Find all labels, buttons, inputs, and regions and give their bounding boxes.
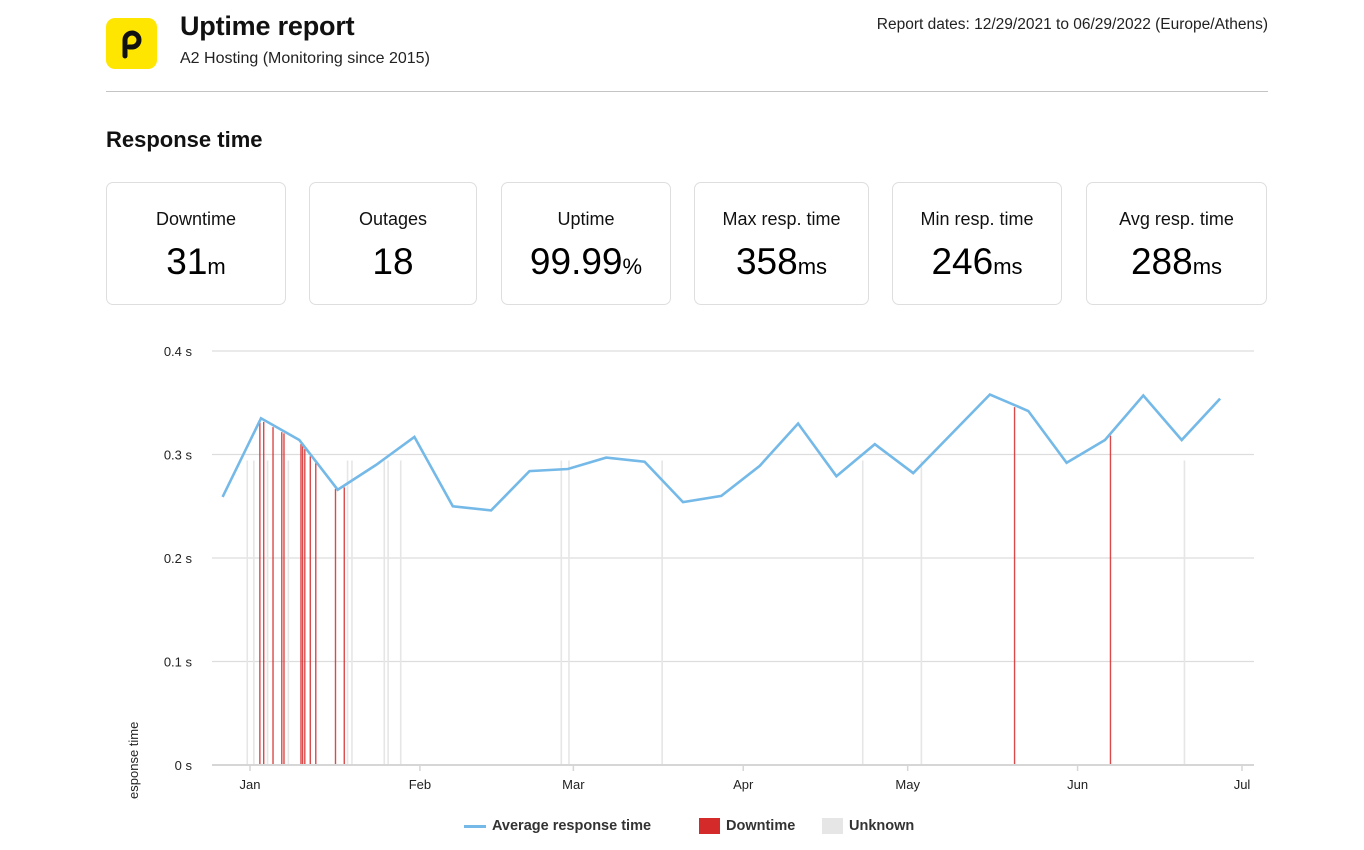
stat-unit: ms — [797, 254, 828, 279]
stat-card-max-resp: Max resp. time 358ms — [694, 182, 869, 305]
x-tick-labels: Jan Feb Mar Apr May Jun Jul — [240, 777, 1251, 792]
stat-label: Uptime — [557, 209, 615, 229]
y-tick-label: 0.3 s — [164, 448, 193, 463]
unknown-markers — [246, 460, 1186, 765]
report-title: Uptime report — [180, 11, 355, 41]
stat-value: 99.99% — [502, 241, 670, 283]
stat-number: 246 — [931, 241, 994, 282]
y-tick-label: 0 s — [175, 758, 193, 773]
x-axis — [212, 764, 1254, 771]
stat-unit: ms — [993, 254, 1023, 279]
average-response-line — [221, 392, 1222, 512]
stat-unit: % — [622, 254, 643, 279]
stat-number: 358 — [735, 241, 798, 282]
section-title: Response time — [106, 127, 263, 152]
stat-number: 18 — [372, 241, 414, 282]
logo — [106, 18, 157, 69]
legend-line-swatch — [464, 824, 486, 828]
x-tick-label: May — [895, 777, 920, 792]
stat-number: 99.99 — [529, 241, 623, 282]
stat-value: 31m — [107, 241, 285, 283]
legend-label: Average response time — [492, 818, 652, 834]
x-tick-label: Jul — [1234, 777, 1251, 792]
response-time-chart: 0 s0.1 s0.2 s0.3 s0.4 s Jan Feb Mar Apr May J… — [126, 344, 1254, 800]
stat-label: Avg resp. time — [1119, 209, 1234, 229]
y-tick-label: 0.1 s — [164, 655, 193, 670]
x-tick-label: Apr — [733, 777, 754, 792]
legend-item-downtime[interactable]: Downtime — [699, 818, 795, 834]
legend-label: Unknown — [849, 818, 915, 834]
stat-card-min-resp: Min resp. time 246ms — [892, 182, 1062, 305]
x-tick-label: Jun — [1067, 777, 1088, 792]
report-subtitle: A2 Hosting (Monitoring since 2015) — [180, 50, 430, 67]
stat-label: Min resp. time — [920, 209, 1034, 229]
stat-label: Max resp. time — [722, 209, 841, 229]
legend-unknown-swatch — [822, 818, 843, 834]
x-tick-label: Mar — [562, 777, 585, 792]
header-divider — [106, 91, 1268, 92]
stat-value: 358ms — [695, 241, 868, 283]
stat-card-uptime: Uptime 99.99% — [501, 182, 671, 305]
stat-number: 31 — [166, 241, 208, 282]
stat-value: 18 — [310, 241, 476, 283]
response-line-layer — [221, 392, 1222, 512]
stat-label: Downtime — [155, 209, 237, 229]
stat-card-avg-resp: Avg resp. time 288ms — [1086, 182, 1267, 305]
report-dates: Report dates: 12/29/2021 to 06/29/2022 (… — [876, 16, 1268, 33]
stat-card-downtime: Downtime 31m — [106, 182, 286, 305]
y-tick-label: 0.4 s — [164, 344, 193, 359]
stat-card-outages: Outages 18 — [309, 182, 477, 305]
legend-downtime-swatch — [699, 818, 720, 834]
y-tick-labels: 0 s 0.1 s 0.2 s 0.3 s 0.4 s — [164, 344, 193, 773]
legend-label: Downtime — [726, 818, 796, 834]
legend-item-unknown[interactable]: Unknown — [822, 818, 914, 834]
x-tick-label: Jan — [240, 777, 261, 792]
y-tick-label: 0.2 s — [164, 551, 193, 566]
y-axis-title: Response time — [126, 722, 141, 800]
stat-label: Outages — [358, 209, 428, 229]
pingdom-p-logo-icon — [122, 30, 142, 59]
x-tick-label: Feb — [409, 777, 431, 792]
stat-unit: m — [207, 254, 226, 279]
stat-unit: ms — [1192, 254, 1223, 279]
stat-value: 288ms — [1087, 241, 1266, 283]
stat-value: 246ms — [893, 241, 1061, 283]
gridlines — [212, 350, 1254, 663]
stat-number: 288 — [1130, 241, 1193, 282]
legend-item-average[interactable]: Average response time — [464, 818, 651, 834]
